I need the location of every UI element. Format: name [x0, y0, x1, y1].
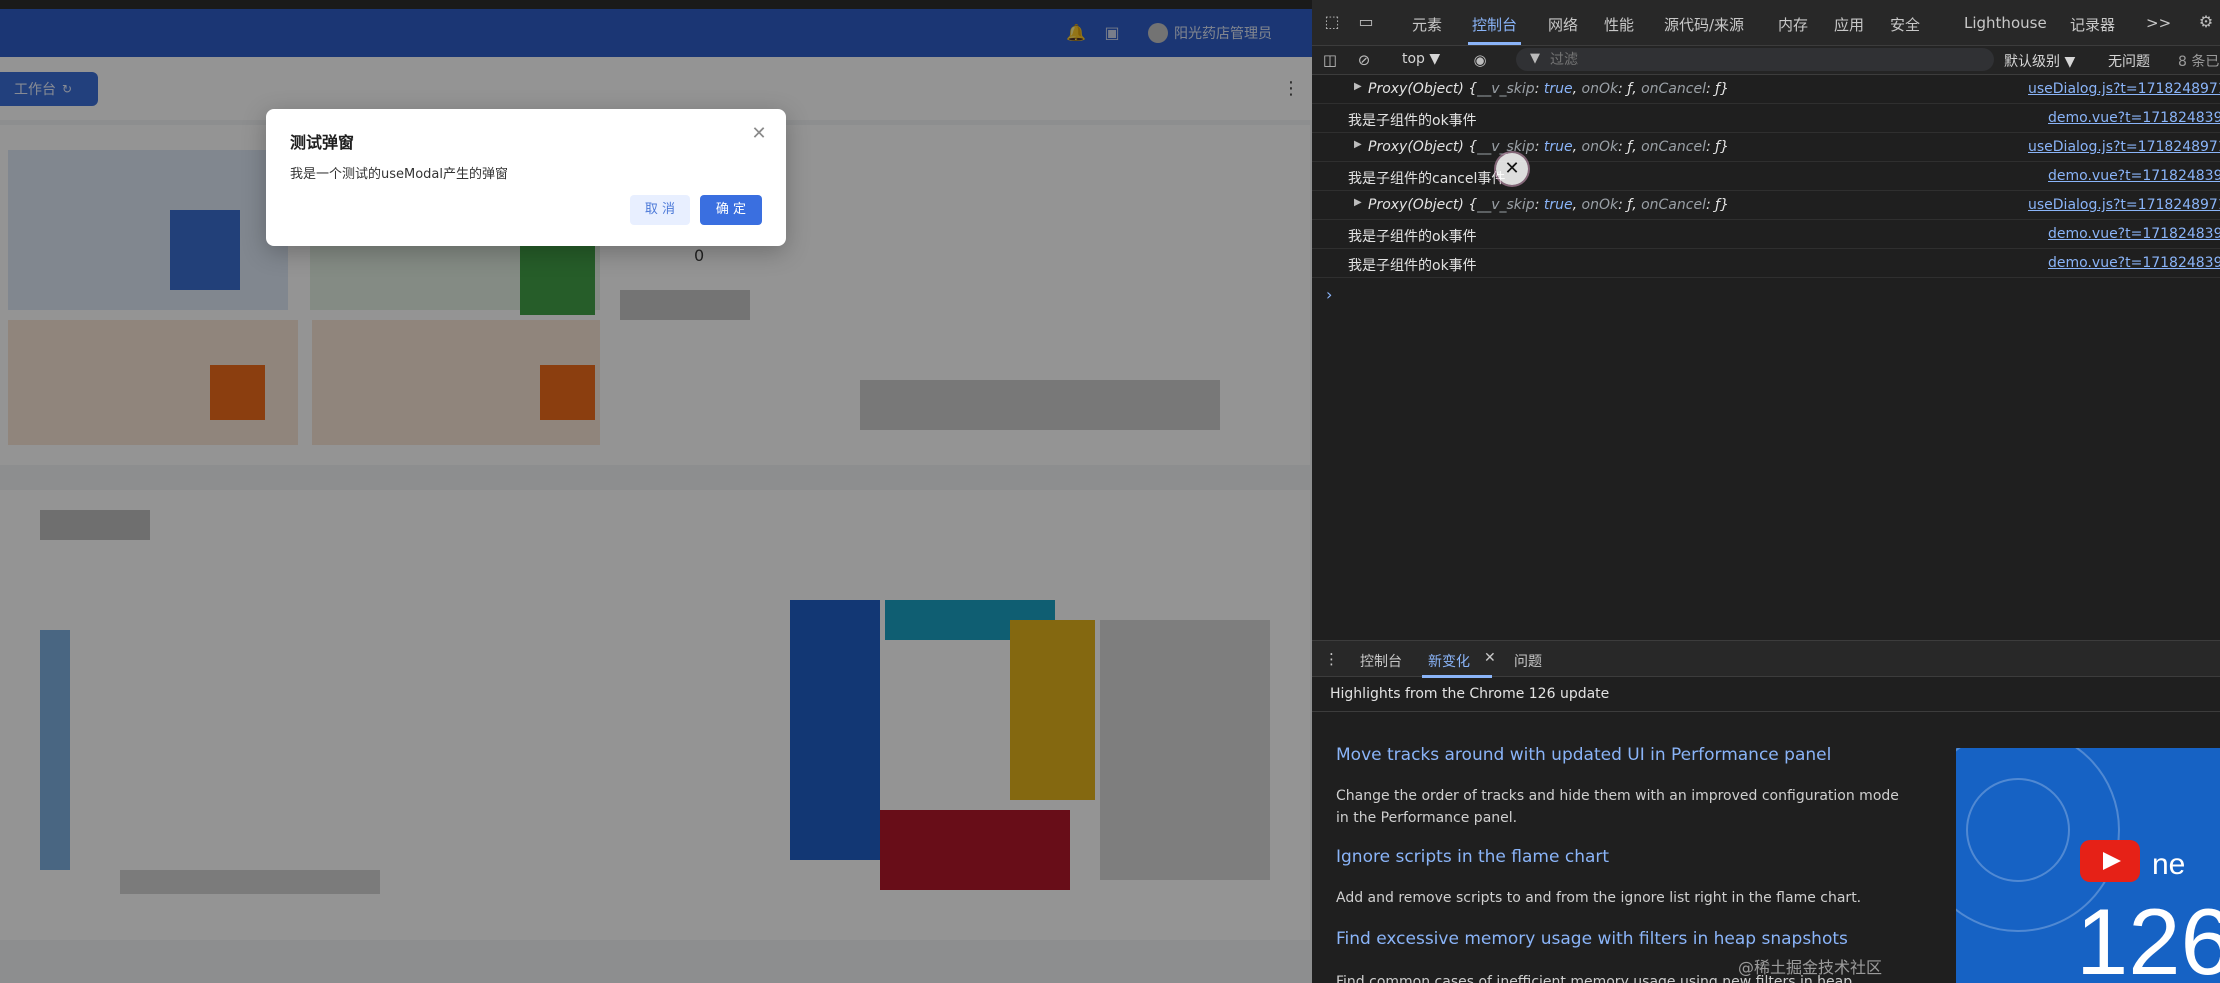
console-row: 我是子组件的ok事件 demo.vue?t=1718248399: [1312, 104, 2220, 133]
log-levels-dropdown[interactable]: 默认级别 ▼: [2004, 51, 2075, 71]
modal-title: 测试弹窗: [290, 133, 355, 152]
device-toolbar-icon[interactable]: ▭: [1356, 12, 1376, 32]
tab-performance[interactable]: 性能: [1604, 14, 1634, 35]
filter-icon: ▼: [1530, 51, 1540, 66]
stat-value: 0: [694, 246, 705, 265]
source-link[interactable]: useDialog.js?t=17182489711: [2028, 81, 2220, 97]
devtools-tabbar: ⬚ ▭ 元素 控制台 网络 性能 源代码/来源 内存 应用 安全 Lightho…: [1312, 0, 2220, 46]
divider: [1312, 711, 2220, 712]
tab-sources[interactable]: 源代码/来源: [1664, 14, 1744, 35]
console-row: 我是子组件的ok事件 demo.vue?t=1718248399: [1312, 220, 2220, 249]
tab-security[interactable]: 安全: [1890, 14, 1920, 35]
eye-icon[interactable]: ◉: [1470, 50, 1490, 70]
cancel-button[interactable]: 取 消: [630, 195, 690, 225]
console-message: 我是子组件的ok事件: [1348, 113, 1477, 129]
console-row: 我是子组件的ok事件 demo.vue?t=1718248399: [1312, 249, 2220, 278]
filter-box: ▼: [1516, 48, 1994, 71]
sidebar-toggle-icon[interactable]: ◫: [1320, 50, 1340, 70]
source-link[interactable]: demo.vue?t=1718248399: [2048, 110, 2220, 126]
drawer-tab-whats-new[interactable]: 新变化: [1422, 651, 1492, 678]
filter-input[interactable]: [1548, 50, 1972, 70]
source-link[interactable]: useDialog.js?t=17182489711: [2028, 197, 2220, 213]
console-row[interactable]: ▶ Proxy(Object) {__v_skip: true, onOk: ƒ,…: [1312, 191, 2220, 220]
console-prompt[interactable]: ›: [1326, 285, 1332, 304]
feature-desc: Add and remove scripts to and from the i…: [1336, 890, 1862, 906]
highlights-heading: Highlights from the Chrome 126 update: [1330, 686, 1610, 702]
feature-link-ignore[interactable]: Ignore scripts in the flame chart: [1336, 847, 1609, 867]
console-message: 我是子组件的ok事件: [1348, 229, 1477, 245]
console-row[interactable]: ▶ Proxy(Object) {__v_skip: true, onOk: ƒ,…: [1312, 75, 2220, 104]
drawer-tab-issues[interactable]: 问题: [1514, 651, 1542, 671]
expand-icon[interactable]: ▶: [1354, 139, 1362, 150]
source-link[interactable]: demo.vue?t=1718248399: [2048, 255, 2220, 271]
ok-button[interactable]: 确 定: [700, 195, 762, 225]
tab-console[interactable]: 控制台: [1467, 14, 1522, 45]
youtube-play-icon[interactable]: [2080, 840, 2140, 882]
video-thumbnail[interactable]: ne 126: [1956, 748, 2220, 983]
devtools-drawer: ⋮ 控制台 新变化 ✕ 问题 Highlights from the Chrom…: [1312, 640, 2220, 983]
watermark: @稀土掘金技术社区: [1738, 958, 1883, 977]
tab-elements[interactable]: 元素: [1412, 14, 1442, 35]
hidden-count: 8 条已: [2178, 54, 2220, 70]
expand-icon[interactable]: ▶: [1354, 197, 1362, 208]
gear-icon[interactable]: ⚙: [2196, 12, 2216, 32]
tab-application[interactable]: 应用: [1834, 14, 1864, 35]
cursor-avatar-icon: ✕: [1496, 153, 1528, 185]
console-toolbar: ◫ ⊘ top ▼ ◉ ▼ 默认级别 ▼ 无问题 8 条已: [1312, 46, 2220, 75]
devtools-pane: ⬚ ▭ 元素 控制台 网络 性能 源代码/来源 内存 应用 安全 Lightho…: [1312, 0, 2220, 983]
console-message: 我是子组件的ok事件: [1348, 258, 1477, 274]
drawer-menu-icon[interactable]: ⋮: [1324, 650, 1339, 668]
source-link[interactable]: demo.vue?t=1718248399: [2048, 226, 2220, 242]
tab-lighthouse[interactable]: Lighthouse: [1964, 14, 2047, 32]
video-word: ne: [2152, 848, 2186, 881]
console-object[interactable]: Proxy(Object) {__v_skip: true, onOk: ƒ, …: [1368, 81, 1729, 97]
tab-network[interactable]: 网络: [1548, 14, 1578, 35]
close-icon[interactable]: ✕: [1484, 650, 1496, 666]
clear-console-icon[interactable]: ⊘: [1354, 50, 1374, 70]
feature-link-tracks[interactable]: Move tracks around with updated UI in Pe…: [1336, 745, 1831, 765]
drawer-tabbar: ⋮ 控制台 新变化 ✕ 问题: [1312, 641, 2220, 678]
context-selector[interactable]: top ▼: [1402, 51, 1440, 67]
video-number: 126: [2076, 889, 2220, 983]
modal-body: 我是一个测试的useModal产生的弹窗: [290, 167, 509, 182]
drawer-tab-console[interactable]: 控制台: [1360, 651, 1402, 671]
tab-memory[interactable]: 内存: [1778, 14, 1808, 35]
source-link[interactable]: demo.vue?t=1718248399: [2048, 168, 2220, 184]
close-icon[interactable]: ✕: [748, 123, 770, 145]
inspect-icon[interactable]: ⬚: [1322, 12, 1342, 32]
issues-counter[interactable]: 无问题: [2108, 51, 2150, 71]
source-link[interactable]: useDialog.js?t=17182489711: [2028, 139, 2220, 155]
console-row: 我是子组件的cancel事件 demo.vue?t=1718248399: [1312, 162, 2220, 191]
feature-link-heap[interactable]: Find excessive memory usage with filters…: [1336, 929, 1848, 949]
console-output: ▶ Proxy(Object) {__v_skip: true, onOk: ƒ,…: [1312, 75, 2220, 640]
console-object[interactable]: Proxy(Object) {__v_skip: true, onOk: ƒ, …: [1368, 197, 1729, 213]
tab-recorder[interactable]: 记录器: [2070, 14, 2115, 35]
console-row[interactable]: ▶ Proxy(Object) {__v_skip: true, onOk: ƒ,…: [1312, 133, 2220, 162]
console-message: 我是子组件的cancel事件: [1348, 171, 1506, 187]
video-ring: [1966, 778, 2070, 882]
test-modal: 测试弹窗 ✕ 我是一个测试的useModal产生的弹窗 取 消 确 定: [266, 109, 786, 246]
feature-desc: Change the order of tracks and hide them…: [1336, 788, 1899, 826]
console-object[interactable]: Proxy(Object) {__v_skip: true, onOk: ƒ, …: [1368, 139, 1729, 155]
more-tabs-icon[interactable]: >>: [2146, 14, 2171, 32]
app-pane: 🔔 ▣ 阳光药店管理员 工作台 ↻ ⋮ 0 测试弹窗 ✕ 我是一个测试的useM…: [0, 0, 1312, 983]
expand-icon[interactable]: ▶: [1354, 81, 1362, 92]
